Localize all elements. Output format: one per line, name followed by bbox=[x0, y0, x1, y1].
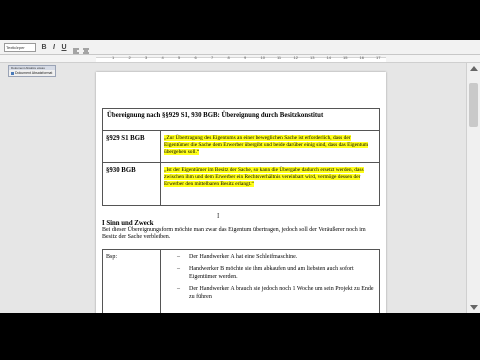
purpose-section: I Sinn und Zweck Bei dieser Übereignungs… bbox=[102, 220, 380, 241]
ruler-number: 3 bbox=[145, 55, 148, 60]
navigator-panel: Dokument Absätze etwas Dokument Absatzfo… bbox=[8, 65, 56, 77]
paragraph-text[interactable]: „Ist der Eigentümer im Besitz der Sache,… bbox=[161, 163, 379, 205]
example-list: – Der Handwerker A hat eine Schleifmaschi… bbox=[161, 250, 379, 313]
ruler-number: 4 bbox=[161, 55, 164, 60]
ruler-number: 14 bbox=[326, 55, 331, 60]
highlighted-text: „Ist der Eigentümer im Besitz der Sache,… bbox=[164, 167, 364, 187]
example-table[interactable]: Bsp: – Der Handwerker A hat eine Schleifm… bbox=[102, 249, 380, 313]
vertical-scrollbar[interactable] bbox=[466, 63, 480, 313]
ruler-number: 17 bbox=[376, 55, 381, 60]
navigator-item[interactable]: Dokument Absatzformat bbox=[11, 71, 53, 76]
list-item-text: Handwerker B möchte sie ihm abkaufen und… bbox=[189, 266, 354, 280]
table-row: §929 S1 BGB „Zur Übertragung des Eigentu… bbox=[103, 131, 379, 163]
bold-icon[interactable]: B bbox=[40, 43, 48, 52]
paragraph-label[interactable]: §929 S1 BGB bbox=[103, 131, 161, 162]
paragraph-label[interactable]: §930 BGB bbox=[103, 163, 161, 205]
italic-icon[interactable]: I bbox=[50, 43, 58, 52]
definition-table[interactable]: Übereignung nach §§929 S1, 930 BGB: Über… bbox=[102, 108, 380, 206]
ruler-number: 6 bbox=[194, 55, 197, 60]
list-item[interactable]: – Handwerker B möchte sie ihm abkaufen un… bbox=[177, 266, 377, 281]
underline-icon[interactable]: U bbox=[60, 43, 68, 52]
paragraph-text[interactable]: „Zur Übertragung des Eigentums an einer … bbox=[161, 131, 379, 162]
example-label[interactable]: Bsp: bbox=[103, 250, 161, 313]
ruler-number: 5 bbox=[178, 55, 181, 60]
align-left-icon[interactable] bbox=[72, 43, 80, 54]
list-item-text: Der Handwerker A hat eine Schleifmaschin… bbox=[189, 254, 298, 260]
scroll-down-icon[interactable] bbox=[470, 305, 478, 310]
ruler-number: 16 bbox=[359, 55, 364, 60]
section-body[interactable]: Bei dieser Übereignungsform möchte man z… bbox=[102, 227, 380, 241]
writer-window: Textkörper B I U 1 2 3 4 5 6 7 8 9 10 11 12 13 14 15 16… bbox=[0, 40, 480, 313]
list-item[interactable]: – Der Handwerker A brauch sie jedoch noch… bbox=[177, 286, 377, 301]
navigator-title: Dokument Absätze etwas bbox=[9, 66, 55, 70]
table-row: §930 BGB „Ist der Eigentümer im Besitz d… bbox=[103, 163, 379, 205]
list-item-text: Der Handwerker A brauch sie jedoch noch … bbox=[189, 286, 374, 300]
document-title[interactable]: Übereignung nach §§929 S1, 930 BGB: Über… bbox=[103, 109, 327, 130]
section-heading[interactable]: I Sinn und Zweck bbox=[102, 220, 380, 227]
scroll-up-icon[interactable] bbox=[470, 66, 478, 71]
ruler-number: 11 bbox=[277, 55, 282, 60]
list-item[interactable]: – Der Handwerker A hat eine Schleifmaschi… bbox=[177, 254, 377, 261]
document-page[interactable]: Übereignung nach §§929 S1, 930 BGB: Über… bbox=[96, 72, 386, 313]
align-center-icon[interactable] bbox=[82, 43, 90, 54]
ruler-number: 15 bbox=[343, 55, 348, 60]
ruler-number: 7 bbox=[211, 55, 214, 60]
ruler-number: 12 bbox=[293, 55, 298, 60]
highlighted-text: „Zur Übertragung des Eigentums an einer … bbox=[164, 135, 369, 155]
ruler-number: 1 bbox=[112, 55, 115, 60]
dash-bullet-icon: – bbox=[177, 266, 180, 273]
title-row: Übereignung nach §§929 S1, 930 BGB: Über… bbox=[103, 109, 379, 131]
ruler-number: 13 bbox=[310, 55, 315, 60]
dash-bullet-icon: – bbox=[177, 254, 180, 260]
dash-bullet-icon: – bbox=[177, 286, 180, 293]
ruler-number: 8 bbox=[227, 55, 230, 60]
text-cursor-icon: I bbox=[217, 212, 220, 220]
ruler-number: 9 bbox=[244, 55, 247, 60]
ruler-number: 10 bbox=[260, 55, 265, 60]
scrollbar-thumb[interactable] bbox=[469, 83, 478, 127]
paragraph-icon bbox=[11, 72, 14, 75]
navigator-item-label: Dokument Absatzformat bbox=[15, 71, 53, 75]
ruler-number: 2 bbox=[128, 55, 131, 60]
horizontal-ruler[interactable]: 1 2 3 4 5 6 7 8 9 10 11 12 13 14 15 16 17 bbox=[0, 55, 480, 63]
paragraph-style-select[interactable]: Textkörper bbox=[4, 43, 36, 52]
formatting-toolbar: Textkörper B I U bbox=[0, 40, 480, 55]
